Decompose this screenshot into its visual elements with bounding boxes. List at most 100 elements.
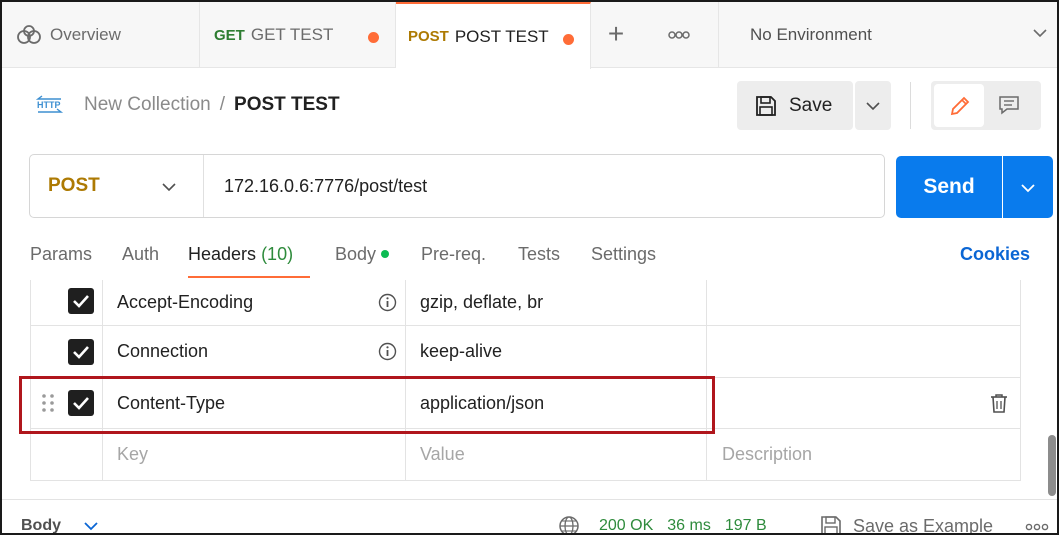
table-row-new: Key Value Description xyxy=(31,429,1020,481)
row-checkbox[interactable] xyxy=(68,288,94,314)
toolbar-divider xyxy=(910,82,911,129)
pencil-icon xyxy=(950,96,970,116)
save-button[interactable]: Save xyxy=(737,81,853,130)
description-placeholder: Description xyxy=(722,444,813,464)
method-select[interactable]: POST xyxy=(30,155,204,217)
tab-get-test[interactable]: GET GET TEST xyxy=(200,2,396,68)
save-as-example-label: Save as Example xyxy=(853,515,994,535)
url-input[interactable]: 172.16.0.6:7776/post/test xyxy=(224,155,874,217)
value-cell[interactable]: gzip, deflate, br xyxy=(406,280,707,325)
tab-post-test[interactable]: POST POST TEST xyxy=(396,2,591,69)
value-cell[interactable]: keep-alive xyxy=(406,326,707,377)
tab-bar: Overview GET GET TEST POST POST TEST + N… xyxy=(2,2,1057,69)
new-tab-button[interactable]: + xyxy=(602,20,630,48)
header-key: Connection xyxy=(117,341,209,361)
key-cell[interactable]: Connection xyxy=(103,326,406,377)
checkmark-icon xyxy=(73,346,89,359)
save-options-button[interactable] xyxy=(855,81,891,130)
overview-icon xyxy=(17,25,41,44)
chevron-down-icon xyxy=(162,183,176,192)
more-tabs-button[interactable] xyxy=(664,24,694,46)
trash-icon[interactable] xyxy=(990,393,1008,413)
post-method-badge: POST xyxy=(408,28,449,45)
tab-post-test-label: POST TEST xyxy=(454,26,549,46)
header-value: keep-alive xyxy=(420,341,503,361)
response-size[interactable]: 197 B xyxy=(725,517,767,533)
body-set-dot xyxy=(381,250,390,258)
chevron-down-icon[interactable] xyxy=(84,521,98,531)
description-cell[interactable] xyxy=(707,378,1020,428)
response-body-label: Body xyxy=(21,517,61,534)
key-placeholder: Key xyxy=(117,444,149,464)
key-cell[interactable]: Accept-Encoding xyxy=(103,280,406,325)
table-row: Connection keep-alive xyxy=(31,326,1020,378)
tab-auth-label: Auth xyxy=(122,244,160,264)
more-horizontal-icon[interactable] xyxy=(1024,522,1050,532)
status-code[interactable]: 200 OK xyxy=(599,517,653,533)
send-options-button[interactable] xyxy=(1003,156,1053,218)
new-value-input[interactable]: Value xyxy=(406,429,707,480)
view-mode-toggle xyxy=(931,81,1041,130)
header-key: Accept-Encoding xyxy=(117,292,254,312)
response-body-dropdown[interactable]: Body xyxy=(21,517,61,534)
table-row: Accept-Encoding gzip, deflate, br xyxy=(31,280,1020,326)
breadcrumb-separator: / xyxy=(219,94,226,115)
tab-prerequest-label: Pre-req. xyxy=(421,244,487,264)
send-button-label: Send xyxy=(923,175,975,198)
more-horizontal-icon xyxy=(668,31,690,39)
unsaved-dot xyxy=(563,34,574,45)
postman-window: Overview GET GET TEST POST POST TEST + N… xyxy=(0,0,1059,535)
header-value: gzip, deflate, br xyxy=(420,292,544,312)
url-bar: POST 172.16.0.6:7776/post/test xyxy=(29,154,885,218)
new-key-input[interactable]: Key xyxy=(103,429,406,480)
environment-label: No Environment xyxy=(750,25,872,44)
method-select-value: POST xyxy=(48,175,100,196)
info-icon[interactable] xyxy=(378,293,397,312)
send-button[interactable]: Send xyxy=(896,156,1002,218)
save-icon xyxy=(756,95,776,116)
annotation-highlight-box xyxy=(19,376,715,434)
new-description-input[interactable]: Description xyxy=(707,429,1020,480)
globe-icon[interactable] xyxy=(558,515,580,535)
save-button-label: Save xyxy=(789,94,833,116)
chevron-down-icon xyxy=(866,102,880,111)
tab-tests[interactable]: Tests xyxy=(518,244,560,265)
chevron-down-icon xyxy=(1021,184,1035,193)
tab-overview[interactable]: Overview xyxy=(2,2,200,68)
scrollbar-thumb[interactable] xyxy=(1048,435,1056,496)
active-tab-indicator xyxy=(188,276,310,278)
tab-settings[interactable]: Settings xyxy=(591,244,656,265)
save-icon xyxy=(821,516,841,533)
comment-icon xyxy=(999,96,1019,115)
breadcrumb-collection[interactable]: New Collection xyxy=(84,94,211,115)
row-checkbox[interactable] xyxy=(68,339,94,365)
tab-headers[interactable]: Headers (10) xyxy=(188,244,293,265)
tab-body-label: Body xyxy=(335,244,377,264)
plus-icon: + xyxy=(607,18,625,49)
unsaved-dot xyxy=(368,32,379,43)
get-method-badge: GET xyxy=(214,26,245,44)
tab-params[interactable]: Params xyxy=(30,244,92,265)
headers-count-badge: (10) xyxy=(261,244,294,264)
enable-cell xyxy=(31,326,103,377)
page-title[interactable]: POST TEST xyxy=(234,94,340,115)
tab-auth[interactable]: Auth xyxy=(122,244,159,265)
enable-cell xyxy=(31,429,103,480)
chevron-down-icon xyxy=(1033,29,1047,38)
tab-prerequest[interactable]: Pre-req. xyxy=(421,244,486,265)
environment-selector[interactable]: No Environment xyxy=(718,2,1057,68)
response-bar: Body 200 OK 36 ms 197 B Save as Example xyxy=(2,499,1057,535)
info-icon[interactable] xyxy=(378,342,397,361)
tab-body[interactable]: Body xyxy=(335,244,390,265)
value-placeholder: Value xyxy=(420,444,465,464)
edit-mode-button[interactable] xyxy=(934,84,984,127)
http-icon: HTTP xyxy=(36,95,64,113)
description-cell[interactable] xyxy=(707,280,1020,325)
response-time[interactable]: 36 ms xyxy=(667,517,711,533)
enable-cell xyxy=(31,280,103,325)
tab-overview-label: Overview xyxy=(50,25,121,44)
save-as-example-button[interactable]: Save as Example xyxy=(820,515,994,535)
description-cell[interactable] xyxy=(707,326,1020,377)
cookies-link-label: Cookies xyxy=(960,244,1031,264)
cookies-link[interactable]: Cookies xyxy=(960,244,1030,265)
